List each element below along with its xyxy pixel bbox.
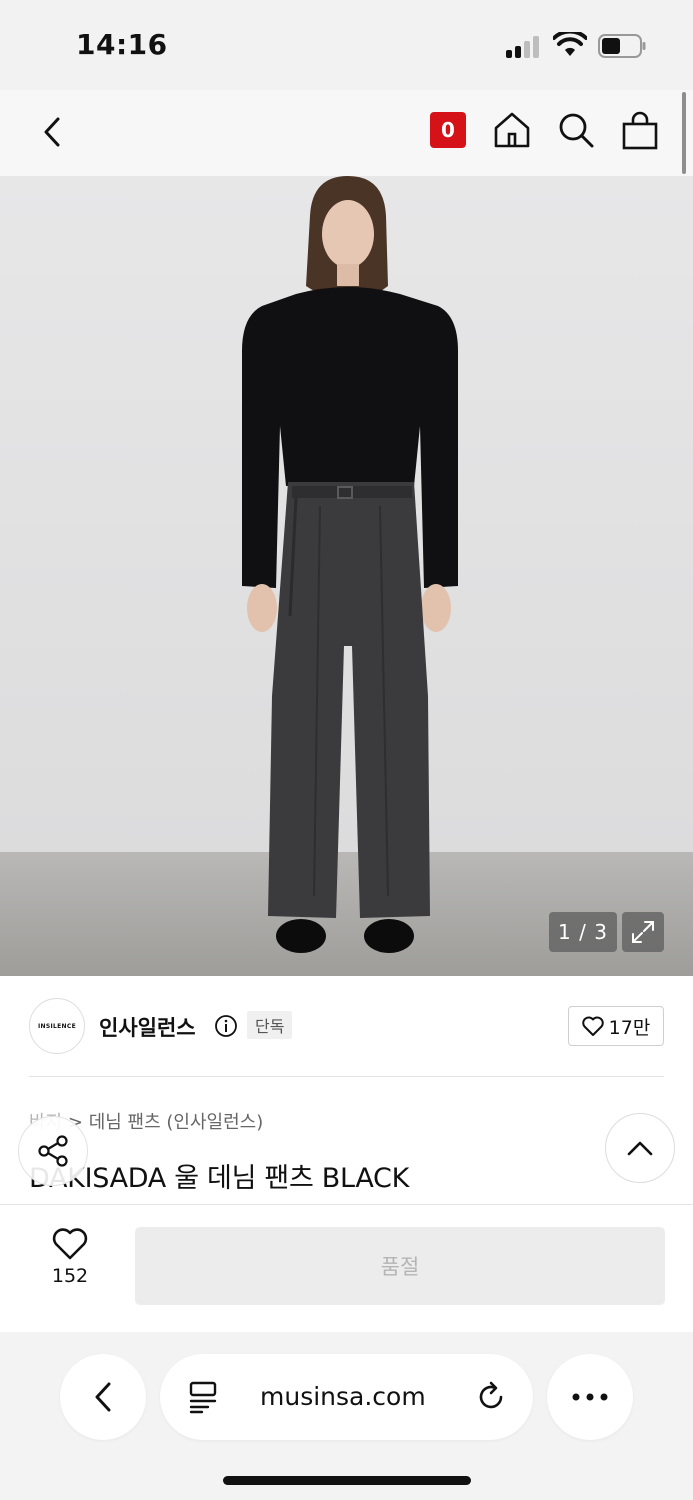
divider bbox=[29, 1076, 664, 1077]
url-text[interactable]: musinsa.com bbox=[260, 1382, 426, 1411]
status-bar: 14:16 bbox=[0, 0, 693, 90]
home-icon bbox=[494, 112, 530, 148]
wifi-icon bbox=[553, 32, 587, 56]
expand-icon bbox=[632, 921, 654, 943]
reload-icon[interactable] bbox=[474, 1380, 508, 1414]
wishlist-count: 152 bbox=[51, 1265, 89, 1287]
expand-image-button[interactable] bbox=[622, 912, 664, 952]
shopping-bag-button[interactable] bbox=[618, 108, 662, 152]
model-photo bbox=[242, 176, 458, 953]
image-page-counter: 1 / 3 bbox=[549, 912, 617, 952]
share-icon bbox=[38, 1135, 68, 1167]
brand-name[interactable]: 인사일런스 bbox=[99, 1012, 196, 1042]
search-icon bbox=[559, 113, 594, 148]
more-icon bbox=[572, 1393, 608, 1401]
back-button[interactable] bbox=[34, 112, 70, 152]
reader-mode-icon[interactable] bbox=[188, 1380, 218, 1414]
brand-like-count: 17만 bbox=[608, 1016, 651, 1039]
cart-count-badge[interactable]: 0 bbox=[430, 112, 466, 148]
search-button[interactable] bbox=[554, 108, 598, 152]
breadcrumb-subcategory[interactable]: 데님 팬츠 (인사일런스) bbox=[89, 1112, 264, 1133]
product-info: INSILENCE 인사일런스 단독 17만 바지 > 데님 팬츠 (인사일런스… bbox=[0, 976, 693, 1204]
cellular-signal-icon bbox=[506, 36, 542, 58]
scroll-indicator bbox=[682, 92, 686, 174]
browser-toolbar: musinsa.com bbox=[0, 1332, 693, 1500]
chevron-up-icon bbox=[627, 1141, 653, 1156]
exclusive-badge: 단독 bbox=[247, 1011, 293, 1039]
browser-more-button[interactable] bbox=[547, 1354, 633, 1440]
wishlist-button[interactable]: 152 bbox=[34, 1227, 106, 1299]
top-navigation: 0 bbox=[0, 90, 693, 176]
status-time: 14:16 bbox=[76, 28, 168, 61]
soldout-button[interactable]: 품절 bbox=[135, 1227, 665, 1305]
scroll-to-top-button[interactable] bbox=[605, 1113, 675, 1183]
product-image[interactable]: 1 / 3 bbox=[0, 176, 693, 976]
purchase-bar: 152 품절 bbox=[0, 1204, 693, 1332]
info-icon[interactable] bbox=[214, 1014, 238, 1038]
brand-like-button[interactable]: 17만 bbox=[568, 1006, 664, 1046]
home-button[interactable] bbox=[490, 108, 534, 152]
chevron-left-icon bbox=[44, 117, 60, 147]
heart-icon bbox=[52, 1228, 88, 1260]
address-bar[interactable]: musinsa.com bbox=[160, 1354, 533, 1440]
browser-back-button[interactable] bbox=[60, 1354, 146, 1440]
share-button[interactable] bbox=[18, 1116, 88, 1186]
home-indicator bbox=[223, 1476, 471, 1485]
brand-logo[interactable]: INSILENCE bbox=[29, 998, 85, 1054]
chevron-left-icon bbox=[95, 1382, 111, 1412]
heart-icon bbox=[581, 1016, 604, 1036]
shopping-bag-icon bbox=[622, 111, 658, 150]
battery-icon bbox=[598, 34, 646, 58]
